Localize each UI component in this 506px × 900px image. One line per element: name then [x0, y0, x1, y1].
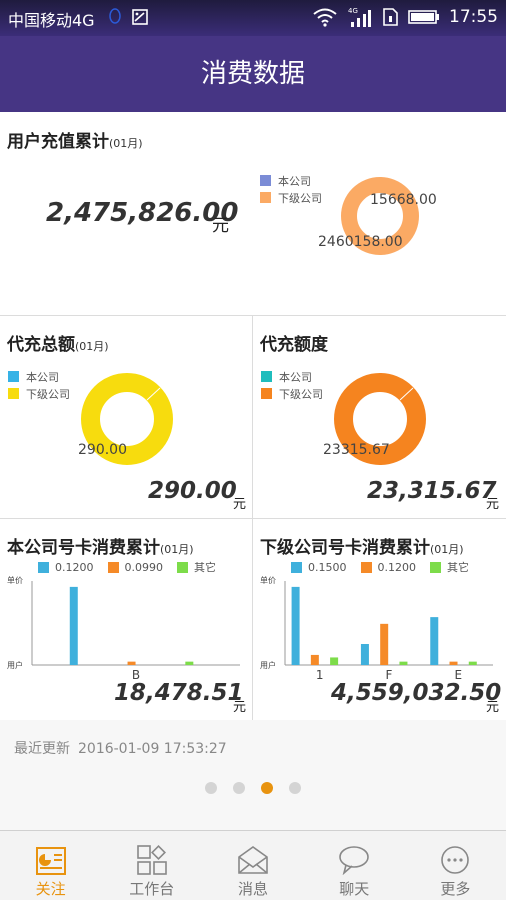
legend-item: 本公司: [261, 368, 323, 385]
proxy-quota-value: 23,315.67: [367, 478, 497, 504]
tab-follow[interactable]: 关注: [0, 831, 101, 900]
proxy-quota-card[interactable]: 代充额度 本公司 下级公司 23315.67 23,315.67 元: [253, 316, 506, 518]
card-title: 用户充值累计(01月): [7, 132, 143, 152]
card-title: 代充额度: [260, 335, 328, 355]
status-bar: 中国移动4G 4G 17:55: [0, 0, 506, 36]
bar-0.1200-F[interactable]: [380, 623, 389, 665]
update-label: 最近更新: [14, 741, 70, 757]
donut-label: 23315.67: [323, 442, 390, 458]
page-dot[interactable]: [261, 782, 273, 794]
sub-card-consumption-card[interactable]: 下级公司号卡消费累计(01月) 0.1500 0.1200 其它 单价 用户 1…: [253, 519, 506, 720]
legend: 本公司 下级公司: [261, 368, 323, 402]
recharge-card[interactable]: 用户充值累计(01月) 2,475,826.00 元 本公司 下级公司 1566…: [0, 112, 506, 315]
bar-0.1500-F[interactable]: [360, 644, 369, 665]
bar-0.1500-E[interactable]: [430, 617, 439, 665]
legend-item: 下级公司: [261, 385, 323, 402]
clock: 17:55: [449, 7, 498, 27]
page-title: 消费数据: [200, 59, 305, 89]
own-card-total: 18,478.51: [114, 680, 244, 706]
proxy-total-card[interactable]: 代充总额(01月) 本公司 下级公司 290.00 290.00 元: [0, 316, 252, 518]
update-area: 最近更新 2016-01-09 17:53:27: [0, 720, 506, 830]
page-dot[interactable]: [289, 782, 301, 794]
tab-workbench[interactable]: 工作台: [101, 831, 202, 900]
last-update: 最近更新 2016-01-09 17:53:27: [14, 738, 227, 758]
update-time: 2016-01-09 17:53:27: [78, 741, 227, 757]
page-dot[interactable]: [233, 782, 245, 794]
bar-其它-B[interactable]: [185, 661, 194, 665]
dashboard-icon: [35, 847, 66, 875]
page-dot[interactable]: [205, 782, 217, 794]
unit-label: 元: [212, 216, 229, 236]
legend-item: 本公司: [8, 368, 70, 385]
apps-icon: [136, 845, 167, 875]
svg-text:4G: 4G: [348, 7, 358, 15]
more-icon: [441, 846, 470, 874]
carrier-name: 中国移动4G: [8, 11, 95, 30]
mail-icon: [238, 846, 268, 874]
donut-label: 2460158.00: [318, 234, 403, 250]
proxy-total-value: 290.00: [148, 478, 237, 504]
card-title: 代充总额(01月): [7, 335, 109, 355]
legend-item: 下级公司: [260, 189, 322, 206]
dashboard-content: 用户充值累计(01月) 2,475,826.00 元 本公司 下级公司 1566…: [0, 112, 506, 720]
legend-item: 本公司: [260, 172, 322, 189]
tab-messages[interactable]: 消息: [202, 831, 303, 900]
donut-label: 290.00: [78, 442, 127, 458]
sub-card-total: 4,559,032.50: [331, 680, 502, 706]
bar-0.1200-1[interactable]: [310, 654, 319, 665]
recharge-total: 2,475,826.00: [46, 198, 239, 228]
legend: 本公司 下级公司: [8, 368, 70, 402]
tab-chat[interactable]: 聊天: [304, 831, 405, 900]
unit-label: 元: [233, 497, 247, 512]
signal-icon: 4G: [348, 7, 371, 27]
bar-0.1200-B[interactable]: [69, 586, 78, 665]
chat-icon: [339, 846, 370, 875]
bar-0.1200-E[interactable]: [449, 661, 458, 665]
legend-item: 下级公司: [8, 385, 70, 402]
legend: 本公司 下级公司: [260, 172, 322, 206]
sim-icon: [383, 8, 398, 26]
qq-icon: [109, 8, 121, 24]
bottom-tab-bar: 关注 工作台 消息 聊天 更多: [0, 830, 506, 900]
bar-其它-E[interactable]: [468, 661, 477, 665]
image-icon: [132, 9, 148, 25]
unit-label: 元: [486, 497, 500, 512]
battery-icon: [408, 10, 439, 24]
bar-其它-F[interactable]: [399, 661, 408, 665]
donut-label: 15668.00: [370, 192, 437, 208]
bar-0.0990-B[interactable]: [127, 661, 136, 665]
unit-label: 元: [233, 700, 247, 715]
app-header: 消费数据: [0, 36, 506, 112]
own-card-consumption-card[interactable]: 本公司号卡消费累计(01月) 0.1200 0.0990 其它 单价 用户 B …: [0, 519, 252, 720]
bar-其它-1[interactable]: [330, 657, 339, 665]
unit-label: 元: [486, 700, 500, 715]
x-tick-label: 1: [316, 668, 324, 682]
wifi-icon: [313, 8, 337, 27]
tab-more[interactable]: 更多: [405, 831, 506, 900]
bar-0.1500-1[interactable]: [291, 586, 300, 665]
page-indicator[interactable]: [0, 782, 506, 794]
